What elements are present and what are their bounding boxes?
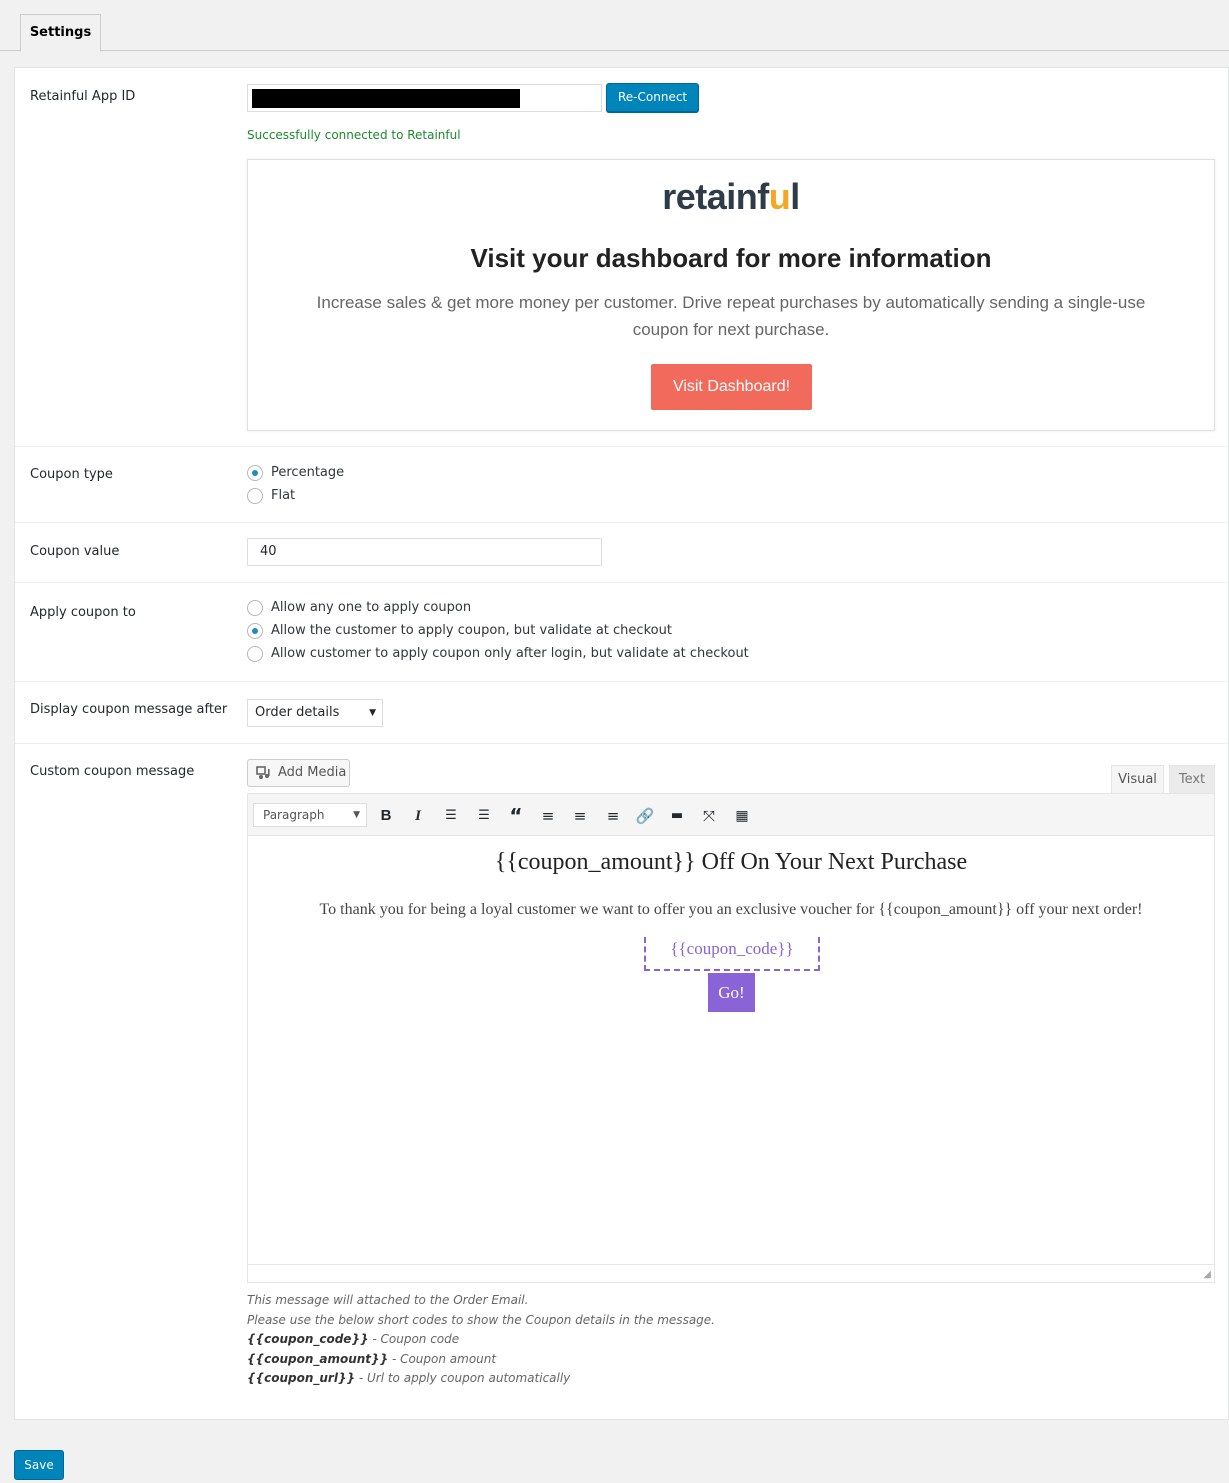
radio-unselected[interactable]	[247, 487, 263, 504]
coupon-type-label: Coupon type	[30, 467, 113, 482]
italic-icon[interactable]: I	[406, 805, 430, 827]
numbered-list-icon[interactable]: ☰	[472, 805, 496, 827]
blockquote-icon[interactable]: “	[504, 805, 528, 827]
reconnect-button[interactable]: Re-Connect	[606, 83, 700, 112]
coupon-code-box: {{coupon_code}}	[644, 937, 820, 971]
save-button[interactable]: Save	[14, 1450, 64, 1480]
display-after-label: Display coupon message after	[30, 702, 228, 717]
content-body: To thank you for being a loyal customer …	[319, 901, 1143, 918]
align-right-icon[interactable]: ≡	[601, 805, 625, 827]
coupon-type-option-percentage[interactable]: Percentage	[247, 461, 344, 484]
custom-message-label: Custom coupon message	[30, 764, 195, 779]
format-select[interactable]: Paragraph ▼	[253, 803, 367, 827]
coupon-value-input[interactable]: 40	[247, 538, 602, 566]
apply-option-anyone[interactable]: Allow any one to apply coupon	[247, 596, 749, 619]
read-more-icon[interactable]: ▬	[665, 805, 689, 827]
apply-coupon-row: Apply coupon to Allow any one to apply c…	[15, 583, 1229, 682]
coupon-value-label: Coupon value	[30, 544, 120, 559]
align-center-icon[interactable]: ≡	[568, 805, 592, 827]
go-button: Go!	[708, 973, 755, 1012]
bullet-list-icon[interactable]: ☰	[439, 805, 463, 827]
editor-toolbar: Paragraph ▼ B I ☰ ☰ “ ≡ ≡ ≡ 🔗 ▬ ⤧ ▦	[248, 794, 1214, 836]
apply-option-after-login[interactable]: Allow customer to apply coupon only afte…	[247, 642, 749, 665]
tab-text[interactable]: Text	[1169, 765, 1215, 794]
app-id-input[interactable]	[247, 84, 602, 112]
media-icon	[256, 766, 270, 779]
resize-handle-icon[interactable]: ◢	[1203, 1269, 1211, 1280]
coupon-type-row: Coupon type Percentage Flat	[15, 447, 1229, 523]
redacted-app-id	[252, 89, 520, 108]
align-left-icon[interactable]: ≡	[536, 805, 560, 827]
visit-dashboard-button[interactable]: Visit Dashboard!	[651, 364, 812, 410]
chevron-down-icon: ▼	[353, 810, 360, 820]
message-help-text: This message will attached to the Order …	[247, 1293, 715, 1385]
radio-selected[interactable]	[247, 622, 263, 639]
chevron-down-icon: ▼	[369, 708, 376, 718]
coupon-value-row: Coupon value 40	[15, 523, 1229, 583]
apply-coupon-label: Apply coupon to	[30, 605, 136, 620]
settings-tab-bar: Settings	[0, 0, 1229, 52]
display-after-row: Display coupon message after Order detai…	[15, 682, 1229, 744]
retainful-logo: retainful	[662, 176, 800, 217]
radio-selected[interactable]	[247, 464, 263, 481]
radio-unselected[interactable]	[247, 599, 263, 616]
promo-heading: Visit your dashboard for more informatio…	[470, 243, 992, 273]
tab-settings[interactable]: Settings	[20, 14, 101, 52]
radio-unselected[interactable]	[247, 645, 263, 662]
coupon-type-option-flat[interactable]: Flat	[247, 484, 344, 507]
apply-option-customer-validate[interactable]: Allow the customer to apply coupon, but …	[247, 619, 749, 642]
app-id-label: Retainful App ID	[30, 89, 136, 104]
connection-status: Successfully connected to Retainful	[247, 128, 461, 142]
tab-visual[interactable]: Visual	[1111, 765, 1164, 794]
app-id-row: Retainful App ID Re-Connect Successfully…	[15, 68, 1229, 447]
promo-body: Increase sales & get more money per cust…	[316, 293, 1146, 339]
link-icon[interactable]: 🔗	[633, 805, 657, 827]
settings-panel: Retainful App ID Re-Connect Successfully…	[14, 67, 1229, 1420]
content-heading: {{coupon_amount}} Off On Your Next Purch…	[494, 849, 968, 875]
toolbar-toggle-icon[interactable]: ▦	[730, 805, 754, 827]
display-after-select[interactable]: Order details ▼	[247, 699, 383, 727]
fullscreen-icon[interactable]: ⤧	[697, 805, 721, 827]
promo-card: retainful Visit your dashboard for more …	[247, 159, 1215, 431]
add-media-button[interactable]: Add Media	[247, 759, 350, 787]
editor-content[interactable]: {{coupon_amount}} Off On Your Next Purch…	[248, 837, 1214, 1265]
editor-statusbar: ◢	[248, 1264, 1214, 1282]
bold-icon[interactable]: B	[374, 805, 398, 827]
message-editor: Paragraph ▼ B I ☰ ☰ “ ≡ ≡ ≡ 🔗 ▬ ⤧ ▦ {{co…	[247, 793, 1215, 1283]
